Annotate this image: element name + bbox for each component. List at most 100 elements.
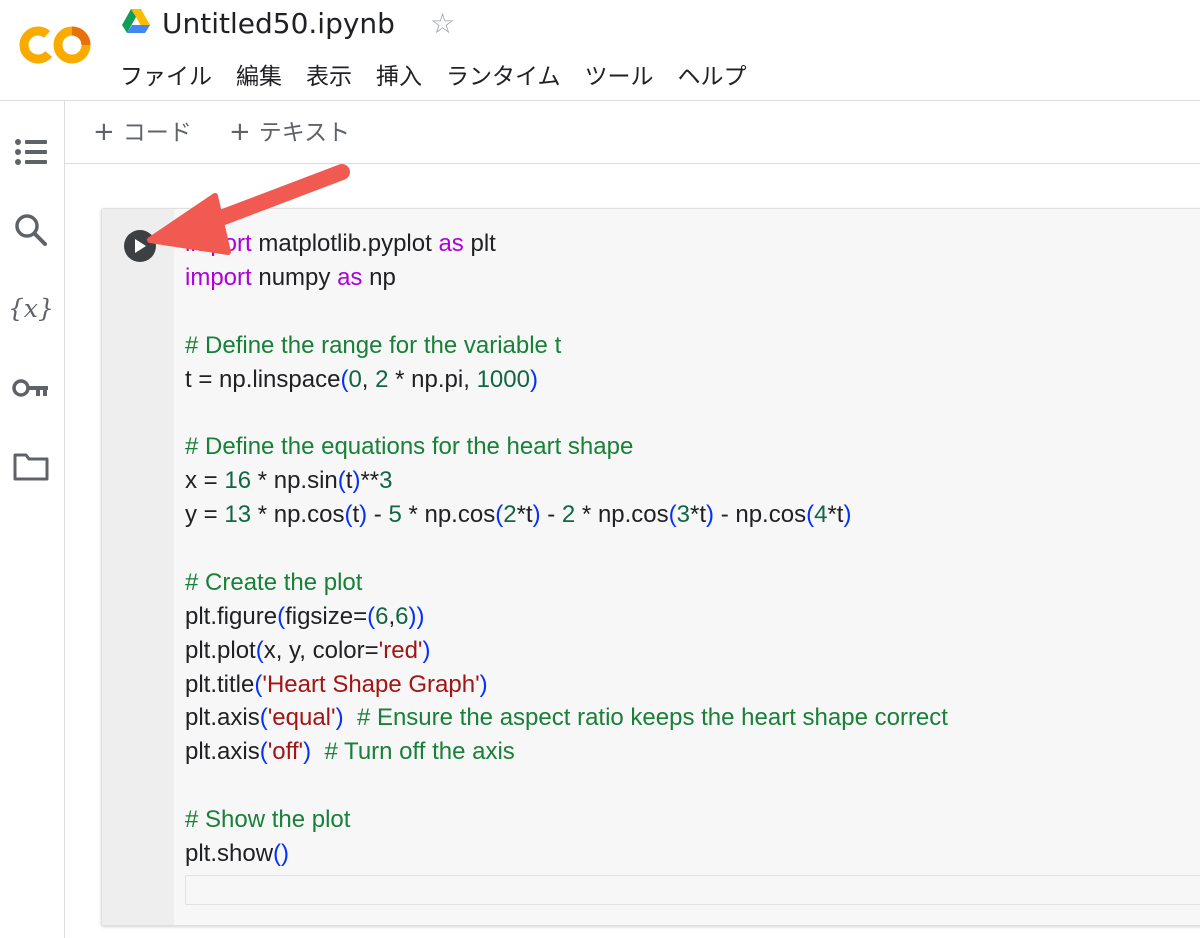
code-token: ) [359,501,368,529]
code-token: plt.axis [185,704,260,732]
code-token: () [273,840,290,868]
code-line: y = 13 * np.cos(t) - 5 * np.cos(2*t) - 2… [185,498,948,532]
code-token: 'equal' [267,704,336,732]
code-line: # Define the range for the variable t [185,329,948,363]
code-line: plt.title('Heart Shape Graph') [185,668,948,702]
code-token: ( [337,467,346,495]
code-token: ) [706,501,715,529]
code-token: np [362,263,396,291]
code-token: * np.sin [251,467,338,495]
code-token: 3 [676,501,691,529]
code-token: * np.cos [251,501,345,529]
code-token: # Turn off the axis [324,738,515,766]
star-icon[interactable]: ☆ [430,4,455,44]
code-line: # Define the equations for the heart sha… [185,430,948,464]
left-sidebar: {x} [0,101,65,938]
code-cell[interactable]: import matplotlib.pyplot as plt import nu… [101,208,1200,926]
code-token: ) [422,636,431,664]
code-editor[interactable]: import matplotlib.pyplot as plt import nu… [174,209,1200,925]
code-token: # Ensure the aspect ratio keeps the hear… [356,704,948,732]
code-token: - [367,501,389,529]
code-token: figsize= [285,602,368,630]
code-token: ( [259,704,268,732]
play-icon [135,239,146,253]
code-token: numpy [251,263,338,291]
code-token: t = np.linspace [185,365,341,393]
code-token: ( [806,501,815,529]
code-line: # Create the plot [185,566,948,600]
google-drive-icon[interactable] [122,8,150,34]
variables-icon[interactable]: {x} [8,285,54,331]
run-cell-button[interactable] [124,230,156,262]
code-token: , [361,365,376,393]
code-line: import numpy as np [185,261,948,295]
code-token: ** [360,467,380,495]
code-token: ( [277,602,286,630]
code-token: as [337,263,363,291]
code-token: matplotlib.pyplot [251,230,439,257]
cell-gutter [102,209,174,925]
code-token: # Create the plot [185,568,363,596]
code-token: * np.pi, [388,365,477,393]
add-code-button[interactable]: + コード [93,113,192,152]
code-token: 2 [375,365,389,393]
code-line: t = np.linspace(0, 2 * np.pi, 1000) [185,363,948,397]
secrets-key-icon[interactable] [8,365,54,411]
code-token: as [438,230,464,257]
code-token: 2 [561,501,576,529]
code-token: ) [529,365,538,393]
cell-input-area[interactable] [185,875,1200,905]
code-text[interactable]: import matplotlib.pyplot as plt import nu… [185,227,948,871]
code-token: 2 [503,501,517,529]
code-token: y = [185,501,225,529]
table-of-contents-icon[interactable] [8,129,54,175]
code-token: x = [185,467,225,495]
code-line: import matplotlib.pyplot as plt [185,227,948,261]
menu-edit[interactable]: 編集 [224,58,294,96]
menu-insert[interactable]: 挿入 [364,58,434,96]
menu-runtime[interactable]: ランタイム [434,58,573,96]
code-token: ) [303,738,312,766]
code-token: 0 [348,365,362,393]
colab-logo[interactable] [16,22,94,68]
code-token: 16 [224,467,252,495]
add-text-label: テキスト [258,120,351,146]
code-token: ( [668,501,677,529]
code-token: 13 [224,501,252,529]
code-token: 4 [814,501,828,529]
menu-help[interactable]: ヘルプ [666,58,759,96]
code-token: )) [408,602,425,630]
files-folder-icon[interactable] [8,443,54,489]
app-header: Untitled50.ipynb ☆ ファイル 編集 表示 挿入 ランタイム ツ… [0,0,1200,101]
code-line: plt.plot(x, y, color='red') [185,634,948,668]
code-token: import [185,263,252,291]
code-token: plt.show [185,840,274,868]
code-token: ( [259,738,268,766]
notebook-title[interactable]: Untitled50.ipynb [162,2,395,46]
code-token: ( [367,602,376,630]
search-icon[interactable] [8,207,54,253]
code-token: 'Heart Shape Graph' [262,670,480,698]
code-token: * np.cos [575,501,669,529]
add-code-label: コード [122,120,192,146]
code-token: plt.axis [185,738,260,766]
code-token: # Define the range for the variable t [185,331,562,359]
menu-tools[interactable]: ツール [573,58,666,96]
code-token: # Define the equations for the heart sha… [185,433,634,461]
menu-file[interactable]: ファイル [108,58,224,96]
code-token: ) [843,501,852,529]
code-token: - np.cos [714,501,807,529]
code-token: ) [532,501,541,529]
add-text-button[interactable]: + テキスト [229,113,350,152]
menu-view[interactable]: 表示 [294,58,364,96]
code-token: plt.plot [185,636,256,664]
code-token: - [540,501,562,529]
notebook-toolbar: + コード + テキスト [65,101,1200,164]
code-token: plt [463,230,496,257]
code-line: plt.figure(figsize=(6,6)) [185,600,948,634]
